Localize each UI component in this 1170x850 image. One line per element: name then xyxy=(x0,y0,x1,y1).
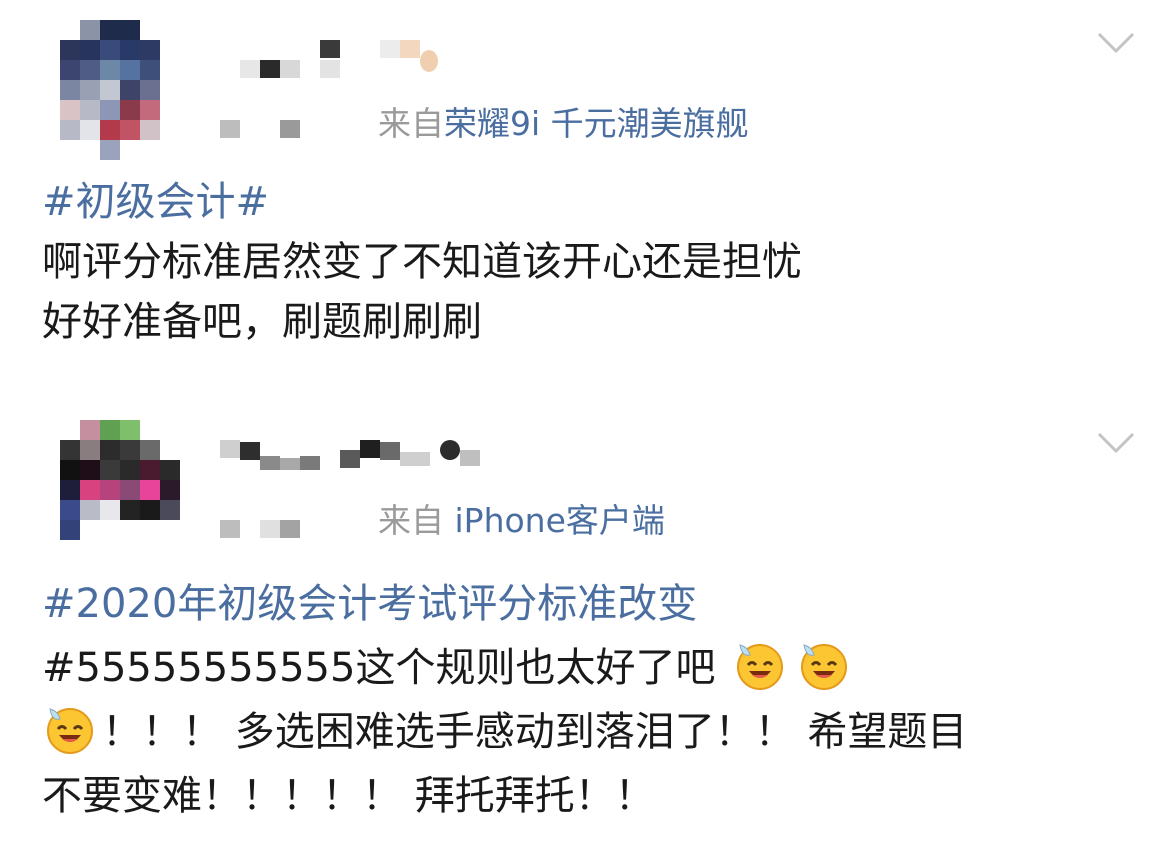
post-content: #2020年初级会计考试评分标准改变 #55555555555这个规则也太好了吧 xyxy=(42,572,1130,828)
chevron-down-icon[interactable] xyxy=(1097,32,1135,54)
source-client-link[interactable]: iPhone客户端 xyxy=(455,501,665,540)
post-content: #初级会计# 啊评分标准居然变了不知道该开心还是担忧 好好准备吧，刷题刷刷刷 xyxy=(42,172,1130,352)
laugh-sweat-emoji-icon xyxy=(801,644,848,690)
laugh-sweat-emoji-icon xyxy=(737,644,784,690)
post-text-line: #55555555555这个规则也太好了吧 xyxy=(42,636,1130,700)
post-text-line: 啊评分标准居然变了不知道该开心还是担忧 xyxy=(42,239,802,285)
post-source: 来自 iPhone客户端 xyxy=(378,504,665,537)
avatar[interactable] xyxy=(60,20,180,160)
post-text: #55555555555这个规则也太好了吧 xyxy=(42,645,716,691)
weibo-post[interactable]: 来自 iPhone客户端 #2020年初级会计考试评分标准改变 #5555555… xyxy=(0,400,1170,850)
chevron-down-icon[interactable] xyxy=(1097,432,1135,454)
source-prefix: 来自 xyxy=(378,501,444,540)
laugh-sweat-emoji-icon xyxy=(47,708,93,754)
post-text-line: 不要变难！！！！！ 拜托拜托！！ xyxy=(42,773,655,819)
avatar[interactable] xyxy=(60,420,180,540)
hashtag-link[interactable]: #2020年初级会计考试评分标准改变 xyxy=(42,572,1130,636)
hashtag-link[interactable]: #初级会计# xyxy=(42,172,1130,232)
post-text-line: ！！！ 多选困难选手感动到落泪了！！ 希望题目 xyxy=(42,700,1130,764)
weibo-post[interactable]: 来自荣耀9i 千元潮美旗舰 #初级会计# 啊评分标准居然变了不知道该开心还是担忧… xyxy=(0,0,1170,400)
source-prefix: 来自 xyxy=(378,104,444,143)
post-text-line: 好好准备吧，刷题刷刷刷 xyxy=(42,299,482,345)
post-source: 来自荣耀9i 千元潮美旗舰 xyxy=(378,107,749,140)
source-client-link[interactable]: 荣耀9i 千元潮美旗舰 xyxy=(444,104,749,143)
post-text: ！！！ 多选困难选手感动到落泪了！！ 希望题目 xyxy=(102,709,968,755)
